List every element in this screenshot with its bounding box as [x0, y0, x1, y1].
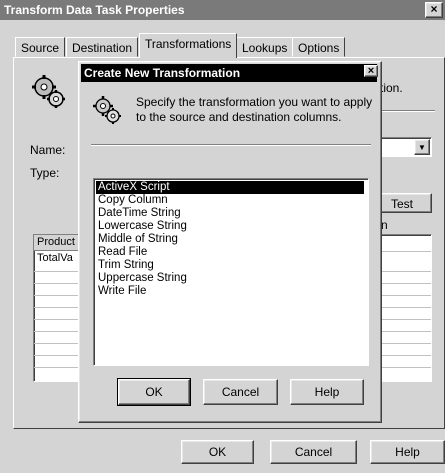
- list-item-uppercase-string[interactable]: Uppercase String: [96, 272, 187, 285]
- dropdown-arrow-icon[interactable]: ▼: [414, 139, 430, 155]
- tab-lookups[interactable]: Lookups: [236, 37, 294, 57]
- type-label: Type:: [30, 166, 60, 180]
- grid-line: [377, 331, 431, 332]
- destination-columns-list[interactable]: [376, 234, 432, 382]
- create-new-transformation-dialog: Create New Transformation × Specify the …: [78, 61, 382, 423]
- list-item-copy-column[interactable]: Copy Column: [96, 194, 168, 207]
- grid-line: [377, 319, 431, 320]
- dialog-ok-button[interactable]: OK: [117, 378, 191, 406]
- name-label: Name:: [30, 143, 66, 157]
- dialog-cancel-button[interactable]: Cancel: [203, 379, 278, 405]
- tab-destination[interactable]: Destination: [66, 37, 139, 57]
- help-button[interactable]: Help: [370, 440, 445, 464]
- dialog-close-button[interactable]: ×: [364, 65, 378, 77]
- list-item-lowercase-string[interactable]: Lowercase String: [96, 220, 187, 233]
- gears-icon: [29, 72, 69, 112]
- gears-icon: [91, 94, 123, 126]
- grid-line: [377, 307, 431, 308]
- list-item[interactable]: TotalVa: [37, 252, 73, 264]
- list-item-write-file[interactable]: Write File: [96, 285, 146, 298]
- tab-options[interactable]: Options: [292, 37, 346, 57]
- grid-line: [377, 343, 431, 344]
- grid-line: [377, 283, 431, 284]
- dialog-help-button[interactable]: Help: [290, 379, 364, 405]
- separator: [380, 110, 435, 112]
- grid-line: [377, 367, 431, 368]
- dialog-title-text: Create New Transformation: [84, 66, 241, 80]
- tab-transformations[interactable]: Transformations: [139, 33, 238, 58]
- ok-button[interactable]: OK: [181, 440, 254, 464]
- tab-source[interactable]: Source: [15, 37, 66, 57]
- list-item-trim-string[interactable]: Trim String: [96, 259, 154, 272]
- window-title: Transform Data Task Properties: [0, 0, 445, 20]
- list-item-datetime-string[interactable]: DateTime String: [96, 207, 181, 220]
- cancel-button[interactable]: Cancel: [270, 440, 357, 464]
- list-item-middle-of-string[interactable]: Middle of String: [96, 233, 178, 246]
- description-text: tion.: [380, 81, 403, 95]
- window-close-button[interactable]: ×: [425, 2, 443, 18]
- list-item-read-file[interactable]: Read File: [96, 246, 147, 259]
- grid-line: [377, 295, 431, 296]
- grid-line: [377, 251, 431, 252]
- dialog-title: Create New Transformation: [81, 64, 377, 82]
- transformation-type-list[interactable]: ActiveX Script Copy Column DateTime Stri…: [93, 178, 369, 366]
- list-item-activex-script[interactable]: ActiveX Script: [96, 181, 364, 194]
- column-label-fragment: n: [381, 218, 388, 232]
- grid-line: [377, 271, 431, 272]
- grid-line: [377, 355, 431, 356]
- window-title-text: Transform Data Task Properties: [4, 3, 185, 17]
- separator: [91, 144, 371, 146]
- dialog-instruction: Specify the transformation you want to a…: [136, 95, 373, 124]
